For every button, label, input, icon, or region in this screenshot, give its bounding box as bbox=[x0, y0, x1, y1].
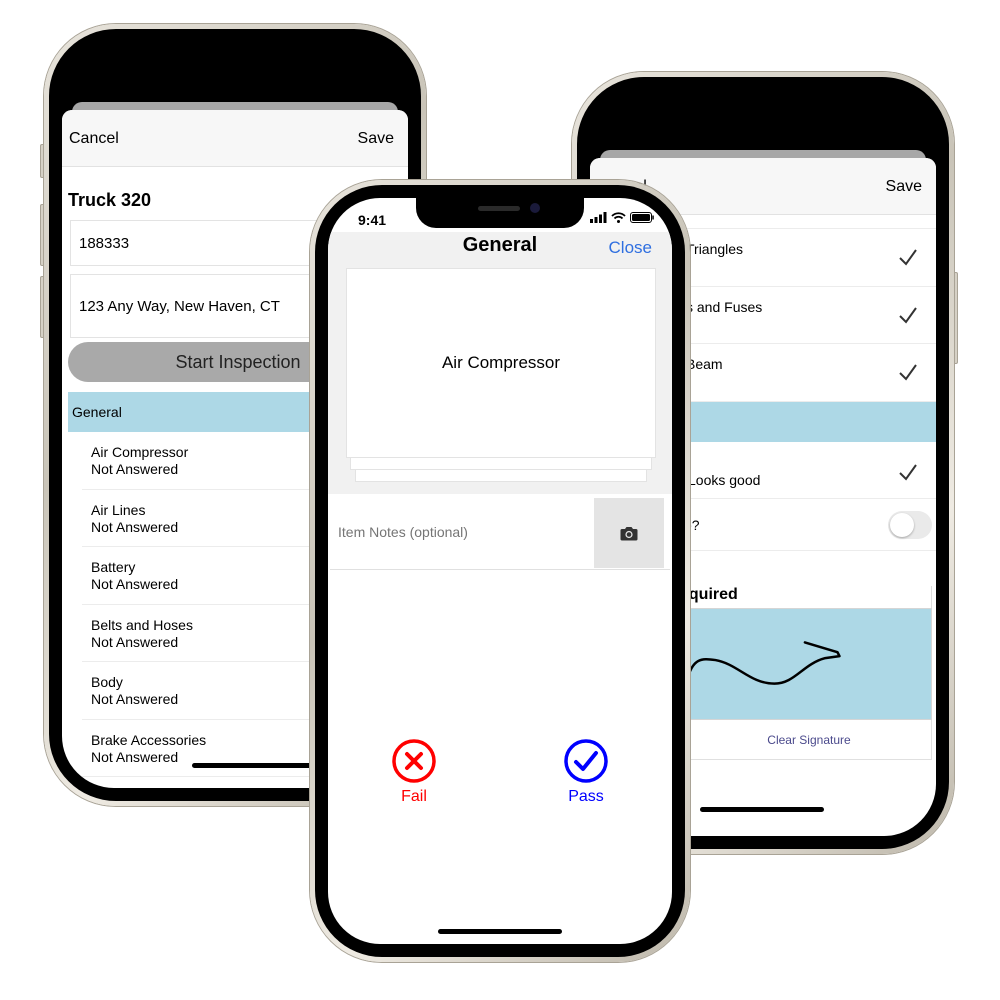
clear-signature-button[interactable]: Clear Signature bbox=[686, 720, 932, 760]
item-name: Triangles bbox=[686, 241, 744, 257]
remarks-text: Looks good bbox=[688, 471, 761, 488]
notes-row bbox=[330, 496, 670, 570]
toggle-knob bbox=[890, 513, 914, 537]
divider bbox=[931, 586, 932, 608]
x-circle-icon bbox=[392, 739, 436, 783]
home-indicator[interactable] bbox=[700, 807, 824, 812]
item-notes-input[interactable] bbox=[338, 524, 578, 540]
signature-stroke bbox=[685, 641, 841, 685]
save-button[interactable]: Save bbox=[886, 178, 922, 196]
status-time: 9:41 bbox=[358, 212, 387, 228]
checkmark-icon bbox=[899, 249, 917, 266]
item-card-title: Air Compressor bbox=[441, 353, 561, 372]
status-icons bbox=[590, 212, 654, 223]
address-value: 123 Any Way, New Haven, CT bbox=[79, 297, 280, 315]
front-camera bbox=[530, 203, 540, 213]
pass-label: Pass bbox=[568, 788, 604, 805]
item-card[interactable]: Air Compressor bbox=[346, 268, 656, 458]
home-indicator[interactable] bbox=[438, 929, 562, 934]
signature-pad[interactable] bbox=[685, 608, 932, 720]
signal-icon bbox=[590, 212, 607, 223]
item-name: s and Fuses bbox=[686, 298, 763, 315]
nav-bar: Cancel Save bbox=[62, 110, 408, 167]
notch bbox=[416, 198, 584, 228]
fail-button[interactable]: Fail bbox=[374, 738, 454, 806]
camera-icon bbox=[620, 526, 638, 540]
speaker bbox=[478, 206, 520, 211]
pass-button[interactable]: Pass bbox=[546, 738, 626, 806]
cancel-button[interactable]: Cancel bbox=[69, 130, 119, 148]
unit-number-value: 188333 bbox=[79, 234, 130, 252]
item-name: Beam bbox=[686, 356, 723, 372]
fail-label: Fail bbox=[401, 788, 427, 805]
phone-middle: 9:41 General Close Air Compressor Fail P… bbox=[310, 180, 690, 962]
save-button[interactable]: Save bbox=[358, 130, 394, 148]
camera-button[interactable] bbox=[594, 498, 664, 568]
vehicle-title: Truck 320 bbox=[68, 190, 152, 210]
checkmark-icon bbox=[899, 306, 917, 324]
checkmark-icon bbox=[899, 463, 917, 481]
home-indicator[interactable] bbox=[192, 763, 312, 768]
middle-screen: 9:41 General Close Air Compressor Fail P… bbox=[328, 198, 672, 944]
card-stack bbox=[355, 470, 647, 482]
close-button[interactable]: Close bbox=[609, 238, 652, 258]
battery-icon bbox=[630, 212, 654, 223]
wifi-icon bbox=[611, 212, 626, 223]
check-circle-icon bbox=[564, 739, 608, 783]
checkmark-icon bbox=[899, 364, 917, 381]
card-stack bbox=[350, 458, 652, 470]
item-header: General Close Air Compressor bbox=[328, 232, 672, 494]
toggle-switch[interactable] bbox=[888, 511, 932, 539]
